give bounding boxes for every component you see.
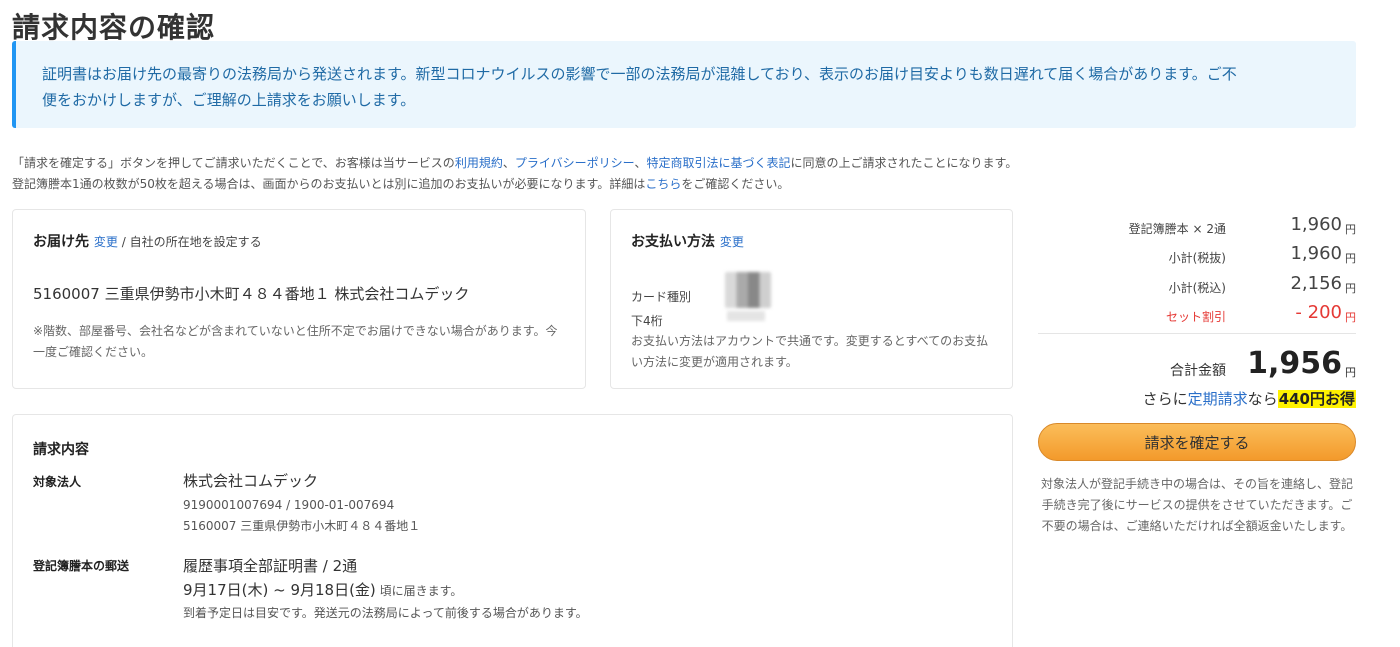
mail-date-suffix: 頃に届きます。 — [375, 584, 463, 598]
notice-text-line2: 便をおかけしますが、ご理解の上請求をお願いします。 — [42, 91, 416, 109]
details-title: 請求内容 — [33, 442, 89, 458]
summary-value: 2,156 — [1290, 273, 1342, 294]
delivery-heading: お届け先 変更 / 自社の所在地を設定する — [33, 231, 262, 251]
summary-unit: 円 — [1345, 223, 1356, 236]
mail-note: 到着予定日は目安です。発送元の法務局によって前後する場合があります。 — [183, 606, 588, 620]
total-value: 1,956 — [1247, 346, 1342, 381]
card-last4-label: 下4桁 — [631, 314, 663, 328]
agreement-sep: 、 — [634, 156, 647, 170]
card-type-label: カード種別 — [631, 290, 692, 304]
terms-link[interactable]: 利用規約 — [455, 156, 503, 170]
subscription-link[interactable]: 定期請求 — [1188, 390, 1248, 408]
card-brand-icon — [725, 272, 771, 308]
notice-banner: 証明書はお届け先の最寄りの法務局から発送されます。新型コロナウイルスの影響で一部… — [12, 41, 1356, 128]
payment-heading: お支払い方法 変更 — [631, 231, 744, 251]
page-title: 請求内容の確認 — [12, 11, 216, 44]
total-label: 合計金額 — [1170, 363, 1226, 379]
extra-payment-text: 登記簿謄本1通の枚数が50枚を超える場合は、画面からのお支払いとは別に追加のお支… — [12, 177, 646, 191]
delivery-address: 5160007 三重県伊勢市小木町４８４番地１ 株式会社コムデック — [33, 285, 470, 303]
extra-payment-text-post: をご確認ください。 — [681, 177, 790, 191]
summary-label: 小計(税抜) — [1168, 251, 1226, 265]
privacy-policy-link[interactable]: プライバシーポリシー — [515, 156, 635, 170]
order-details-card: 請求内容 対象法人 株式会社コムデック 9190001007694 / 1900… — [12, 414, 1013, 647]
payment-change-link[interactable]: 変更 — [720, 235, 744, 249]
agreement-line2: 登記簿謄本1通の枚数が50枚を超える場合は、画面からのお支払いとは別に追加のお支… — [12, 174, 1017, 195]
promo-savings: 440円お得 — [1277, 390, 1356, 408]
agreement-text-pre: 「請求を確定する」ボタンを押してご請求いただくことで、お客様は当サービスの — [12, 156, 455, 170]
agreement-line1: 「請求を確定する」ボタンを押してご請求いただくことで、お客様は当サービスの利用規… — [12, 153, 1017, 174]
summary-divider — [1038, 333, 1356, 334]
tokushoho-link[interactable]: 特定商取引法に基づく表記 — [647, 156, 791, 170]
summary-value: - 200 — [1295, 302, 1342, 323]
delivery-warning: ※階数、部屋番号、会社名などが含まれていないと住所不定でお届けできない場合があり… — [33, 324, 558, 359]
entity-label: 対象法人 — [33, 475, 82, 489]
agreement-sep: 、 — [502, 156, 515, 170]
entity-name: 株式会社コムデック — [183, 472, 319, 490]
card-last4-redacted — [727, 311, 765, 321]
summary-value: 1,960 — [1290, 243, 1342, 264]
confirm-order-button[interactable]: 請求を確定する — [1038, 423, 1356, 461]
summary-label: セット割引 — [1165, 310, 1226, 324]
summary-row-discount: セット割引 - 200 円 — [1038, 302, 1356, 326]
summary-row-item: 登記簿謄本 × 2通 1,960 円 — [1038, 214, 1356, 238]
mail-item: 履歴事項全部証明書 / 2通 — [183, 557, 358, 575]
entity-address: 5160007 三重県伊勢市小木町４８４番地１ — [183, 519, 421, 533]
summary-value: 1,960 — [1290, 214, 1342, 235]
promo-text-mid: なら — [1247, 390, 1278, 408]
summary-unit: 円 — [1345, 282, 1356, 295]
delivery-separator: / — [117, 235, 130, 249]
summary-unit: 円 — [1345, 311, 1356, 324]
subscription-promo: さらに定期請求なら440円お得 — [1143, 388, 1356, 409]
delivery-title: お届け先 — [33, 234, 89, 250]
total-unit: 円 — [1345, 366, 1356, 379]
mail-label: 登記簿謄本の郵送 — [33, 559, 130, 573]
agreement-text: 「請求を確定する」ボタンを押してご請求いただくことで、お客様は当サービスの利用規… — [12, 153, 1017, 195]
summary-label: 小計(税込) — [1168, 281, 1226, 295]
entity-ids: 9190001007694 / 1900-01-007694 — [183, 498, 395, 512]
promo-text-pre: さらに — [1142, 390, 1188, 408]
payment-card: お支払い方法 変更 カード種別 下4桁 お支払い方法はアカウントで共通です。変更… — [610, 209, 1013, 389]
mail-date: 9月17日(木) ~ 9月18日(金) 頃に届きます。 — [183, 579, 462, 600]
summary-unit: 円 — [1345, 252, 1356, 265]
delivery-change-link[interactable]: 変更 — [94, 235, 118, 249]
details-here-link[interactable]: こちら — [645, 177, 681, 191]
agreement-text-post: に同意の上ご請求されたことになります。 — [790, 156, 1018, 170]
summary-label: 登記簿謄本 × 2通 — [1128, 222, 1226, 236]
mail-date-range: 9月17日(木) ~ 9月18日(金) — [183, 581, 376, 599]
notice-text-line1: 証明書はお届け先の最寄りの法務局から発送されます。新型コロナウイルスの影響で一部… — [42, 65, 1237, 83]
payment-title: お支払い方法 — [631, 234, 715, 250]
summary-row-subtotal-excl: 小計(税抜) 1,960 円 — [1038, 243, 1356, 267]
payment-note: お支払い方法はアカウントで共通です。変更するとすべてのお支払い方法に変更が適用さ… — [631, 334, 989, 369]
delivery-card: お届け先 変更 / 自社の所在地を設定する 5160007 三重県伊勢市小木町４… — [12, 209, 586, 389]
confirm-note: 対象法人が登記手続き中の場合は、その旨を連絡し、登記手続き完了後にサービスの提供… — [1040, 477, 1353, 533]
summary-row-subtotal-incl: 小計(税込) 2,156 円 — [1038, 273, 1356, 297]
set-company-address-link[interactable]: 自社の所在地を設定する — [130, 235, 262, 249]
